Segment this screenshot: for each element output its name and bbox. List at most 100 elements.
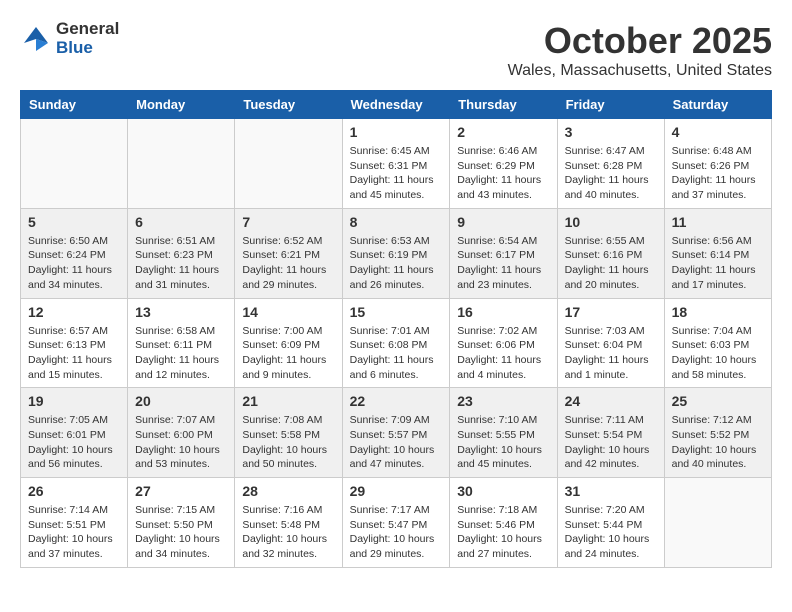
calendar-day-cell: 4Sunrise: 6:48 AM Sunset: 6:26 PM Daylig… xyxy=(664,119,771,209)
day-info: Sunrise: 7:00 AM Sunset: 6:09 PM Dayligh… xyxy=(242,324,334,383)
day-info: Sunrise: 6:54 AM Sunset: 6:17 PM Dayligh… xyxy=(457,234,549,293)
calendar-day-cell: 19 Sunrise: 7:05 AM Sunset: 6:01 PM Dayli… xyxy=(21,388,128,478)
day-number: 3 xyxy=(565,124,657,140)
day-info: Sunrise: 6:45 AM Sunset: 6:31 PM Dayligh… xyxy=(350,144,443,203)
calendar-table: SundayMondayTuesdayWednesdayThursdayFrid… xyxy=(20,90,772,568)
calendar-day-cell xyxy=(21,119,128,209)
day-info: Sunrise: 7:03 AM Sunset: 6:04 PM Dayligh… xyxy=(565,324,657,383)
day-info: Sunrise: 7:17 AM Sunset: 5:47 PM Dayligh… xyxy=(350,503,443,562)
calendar-header-row: SundayMondayTuesdayWednesdayThursdayFrid… xyxy=(21,91,772,119)
day-info: Sunrise: 7:15 AM Sunset: 5:50 PM Dayligh… xyxy=(135,503,227,562)
day-info: Sunrise: 7:04 AM Sunset: 6:03 PM Dayligh… xyxy=(672,324,764,383)
day-number: 4 xyxy=(672,124,764,140)
day-info: Sunrise: 7:09 AM Sunset: 5:57 PM Dayligh… xyxy=(350,413,443,472)
day-number: 2 xyxy=(457,124,549,140)
header: General Blue October 2025 Wales, Massach… xyxy=(20,20,772,80)
calendar-day-cell xyxy=(664,478,771,568)
day-number: 17 xyxy=(565,304,657,320)
calendar-day-cell: 8 Sunrise: 6:53 AM Sunset: 6:19 PM Daylig… xyxy=(342,208,450,298)
calendar-day-cell: 28Sunrise: 7:16 AM Sunset: 5:48 PM Dayli… xyxy=(235,478,342,568)
day-number: 28 xyxy=(242,483,334,499)
day-info: Sunrise: 6:53 AM Sunset: 6:19 PM Dayligh… xyxy=(350,234,443,293)
day-number: 12 xyxy=(28,304,120,320)
day-number: 7 xyxy=(242,214,334,230)
calendar-week-row: 5Sunrise: 6:50 AM Sunset: 6:24 PM Daylig… xyxy=(21,208,772,298)
calendar-week-row: 1 Sunrise: 6:45 AM Sunset: 6:31 PM Daylig… xyxy=(21,119,772,209)
day-number: 25 xyxy=(672,393,764,409)
day-number: 15 xyxy=(350,304,443,320)
calendar-day-cell: 1 Sunrise: 6:45 AM Sunset: 6:31 PM Daylig… xyxy=(342,119,450,209)
calendar-day-cell: 27Sunrise: 7:15 AM Sunset: 5:50 PM Dayli… xyxy=(128,478,235,568)
col-header-sunday: Sunday xyxy=(21,91,128,119)
day-number: 22 xyxy=(350,393,443,409)
calendar-day-cell: 12 Sunrise: 6:57 AM Sunset: 6:13 PM Dayli… xyxy=(21,298,128,388)
calendar-day-cell: 26Sunrise: 7:14 AM Sunset: 5:51 PM Dayli… xyxy=(21,478,128,568)
calendar-day-cell: 9Sunrise: 6:54 AM Sunset: 6:17 PM Daylig… xyxy=(450,208,557,298)
day-number: 18 xyxy=(672,304,764,320)
col-header-monday: Monday xyxy=(128,91,235,119)
calendar-day-cell: 17 Sunrise: 7:03 AM Sunset: 6:04 PM Dayli… xyxy=(557,298,664,388)
calendar-day-cell: 14 Sunrise: 7:00 AM Sunset: 6:09 PM Dayli… xyxy=(235,298,342,388)
calendar-week-row: 12 Sunrise: 6:57 AM Sunset: 6:13 PM Dayli… xyxy=(21,298,772,388)
calendar-day-cell xyxy=(128,119,235,209)
day-number: 19 xyxy=(28,393,120,409)
day-info: Sunrise: 7:12 AM Sunset: 5:52 PM Dayligh… xyxy=(672,413,764,472)
day-info: Sunrise: 7:18 AM Sunset: 5:46 PM Dayligh… xyxy=(457,503,549,562)
calendar-day-cell: 20 Sunrise: 7:07 AM Sunset: 6:00 PM Dayli… xyxy=(128,388,235,478)
col-header-wednesday: Wednesday xyxy=(342,91,450,119)
title-area: October 2025 Wales, Massachusetts, Unite… xyxy=(508,20,772,80)
calendar-week-row: 19 Sunrise: 7:05 AM Sunset: 6:01 PM Dayli… xyxy=(21,388,772,478)
logo-general-text: General xyxy=(56,20,119,39)
calendar-day-cell: 23Sunrise: 7:10 AM Sunset: 5:55 PM Dayli… xyxy=(450,388,557,478)
day-number: 31 xyxy=(565,483,657,499)
day-info: Sunrise: 7:05 AM Sunset: 6:01 PM Dayligh… xyxy=(28,413,120,472)
calendar-day-cell: 24 Sunrise: 7:11 AM Sunset: 5:54 PM Dayli… xyxy=(557,388,664,478)
day-info: Sunrise: 6:52 AM Sunset: 6:21 PM Dayligh… xyxy=(242,234,334,293)
day-number: 14 xyxy=(242,304,334,320)
day-number: 5 xyxy=(28,214,120,230)
month-title: October 2025 xyxy=(508,20,772,62)
logo-blue-text: Blue xyxy=(56,39,119,58)
calendar-day-cell: 3 Sunrise: 6:47 AM Sunset: 6:28 PM Daylig… xyxy=(557,119,664,209)
day-number: 23 xyxy=(457,393,549,409)
day-number: 1 xyxy=(350,124,443,140)
calendar-day-cell: 13 Sunrise: 6:58 AM Sunset: 6:11 PM Dayli… xyxy=(128,298,235,388)
day-number: 13 xyxy=(135,304,227,320)
calendar-day-cell xyxy=(235,119,342,209)
day-info: Sunrise: 6:51 AM Sunset: 6:23 PM Dayligh… xyxy=(135,234,227,293)
calendar-day-cell: 5Sunrise: 6:50 AM Sunset: 6:24 PM Daylig… xyxy=(21,208,128,298)
calendar-day-cell: 2Sunrise: 6:46 AM Sunset: 6:29 PM Daylig… xyxy=(450,119,557,209)
col-header-tuesday: Tuesday xyxy=(235,91,342,119)
logo-bird-icon xyxy=(20,23,52,55)
day-number: 24 xyxy=(565,393,657,409)
day-info: Sunrise: 6:58 AM Sunset: 6:11 PM Dayligh… xyxy=(135,324,227,383)
day-info: Sunrise: 7:11 AM Sunset: 5:54 PM Dayligh… xyxy=(565,413,657,472)
col-header-thursday: Thursday xyxy=(450,91,557,119)
calendar-day-cell: 30 Sunrise: 7:18 AM Sunset: 5:46 PM Dayli… xyxy=(450,478,557,568)
day-info: Sunrise: 6:56 AM Sunset: 6:14 PM Dayligh… xyxy=(672,234,764,293)
location-title: Wales, Massachusetts, United States xyxy=(508,62,772,80)
day-number: 8 xyxy=(350,214,443,230)
day-info: Sunrise: 6:55 AM Sunset: 6:16 PM Dayligh… xyxy=(565,234,657,293)
calendar-day-cell: 7 Sunrise: 6:52 AM Sunset: 6:21 PM Daylig… xyxy=(235,208,342,298)
calendar-day-cell: 18 Sunrise: 7:04 AM Sunset: 6:03 PM Dayli… xyxy=(664,298,771,388)
day-number: 16 xyxy=(457,304,549,320)
calendar-day-cell: 22 Sunrise: 7:09 AM Sunset: 5:57 PM Dayli… xyxy=(342,388,450,478)
day-info: Sunrise: 7:07 AM Sunset: 6:00 PM Dayligh… xyxy=(135,413,227,472)
day-number: 29 xyxy=(350,483,443,499)
day-info: Sunrise: 7:08 AM Sunset: 5:58 PM Dayligh… xyxy=(242,413,334,472)
calendar-day-cell: 31 Sunrise: 7:20 AM Sunset: 5:44 PM Dayli… xyxy=(557,478,664,568)
day-number: 30 xyxy=(457,483,549,499)
day-number: 20 xyxy=(135,393,227,409)
day-number: 26 xyxy=(28,483,120,499)
calendar-day-cell: 11Sunrise: 6:56 AM Sunset: 6:14 PM Dayli… xyxy=(664,208,771,298)
day-number: 21 xyxy=(242,393,334,409)
calendar-day-cell: 10Sunrise: 6:55 AM Sunset: 6:16 PM Dayli… xyxy=(557,208,664,298)
col-header-saturday: Saturday xyxy=(664,91,771,119)
calendar-day-cell: 21 Sunrise: 7:08 AM Sunset: 5:58 PM Dayli… xyxy=(235,388,342,478)
day-info: Sunrise: 6:47 AM Sunset: 6:28 PM Dayligh… xyxy=(565,144,657,203)
calendar-day-cell: 16Sunrise: 7:02 AM Sunset: 6:06 PM Dayli… xyxy=(450,298,557,388)
day-info: Sunrise: 6:57 AM Sunset: 6:13 PM Dayligh… xyxy=(28,324,120,383)
day-info: Sunrise: 7:20 AM Sunset: 5:44 PM Dayligh… xyxy=(565,503,657,562)
calendar-day-cell: 15Sunrise: 7:01 AM Sunset: 6:08 PM Dayli… xyxy=(342,298,450,388)
